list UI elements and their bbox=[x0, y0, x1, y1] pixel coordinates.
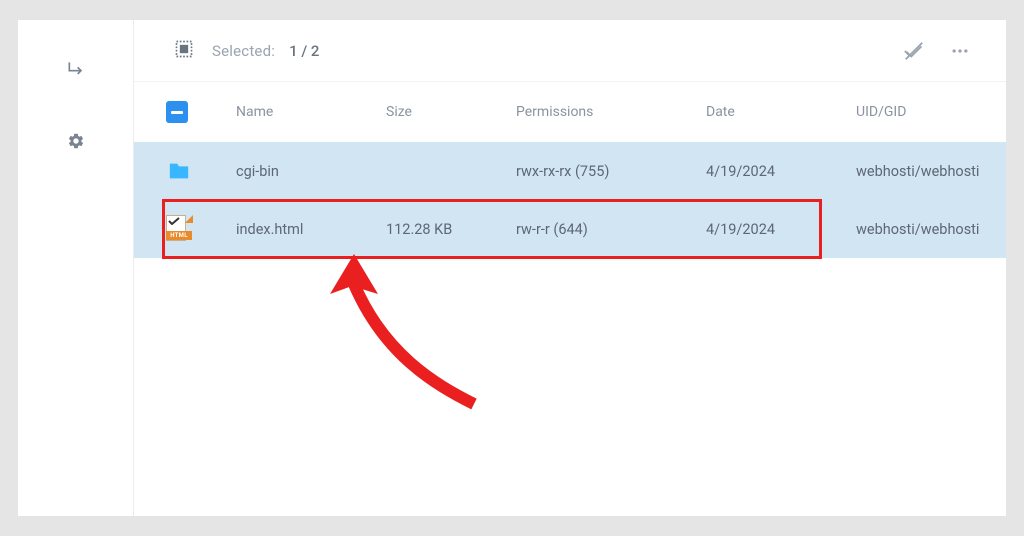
selected-count: 1 / 2 bbox=[289, 42, 319, 60]
file-uidgid: webhosti/webhosti bbox=[856, 163, 990, 180]
annotation-arrow bbox=[324, 254, 494, 414]
col-date[interactable]: Date bbox=[706, 104, 856, 120]
more-icon[interactable] bbox=[942, 33, 978, 69]
html-badge: HTML bbox=[166, 231, 192, 240]
col-size[interactable]: Size bbox=[386, 104, 516, 120]
html-file-icon: HTML bbox=[166, 215, 236, 243]
toolbar: Selected: 1 / 2 bbox=[134, 20, 1006, 82]
col-name[interactable]: Name bbox=[236, 104, 386, 120]
file-date: 4/19/2024 bbox=[706, 221, 856, 238]
file-size: 112.28 KB bbox=[386, 221, 516, 238]
col-uidgid[interactable]: UID/GID bbox=[856, 104, 990, 120]
main-panel: Selected: 1 / 2 Name Size Permissions Da… bbox=[134, 20, 1006, 516]
table-row[interactable]: HTML index.html 112.28 KB rw-r-r (644) 4… bbox=[134, 200, 1006, 258]
gear-icon[interactable] bbox=[53, 118, 99, 164]
col-permissions[interactable]: Permissions bbox=[516, 104, 706, 120]
file-name: index.html bbox=[236, 221, 386, 238]
file-uidgid: webhosti/webhosti bbox=[856, 221, 990, 238]
reply-arrow-icon[interactable] bbox=[53, 46, 99, 92]
file-table: Name Size Permissions Date UID/GID cgi-b… bbox=[134, 82, 1006, 258]
app-window: Selected: 1 / 2 Name Size Permissions Da… bbox=[18, 20, 1006, 516]
selected-label: Selected: bbox=[212, 42, 275, 60]
file-date: 4/19/2024 bbox=[706, 163, 856, 180]
table-row[interactable]: cgi-bin rwx-rx-rx (755) 4/19/2024 webhos… bbox=[134, 142, 1006, 200]
file-name: cgi-bin bbox=[236, 163, 386, 180]
select-all-checkbox[interactable] bbox=[166, 101, 188, 123]
table-header: Name Size Permissions Date UID/GID bbox=[134, 82, 1006, 142]
sidebar bbox=[18, 20, 134, 516]
deselect-icon[interactable] bbox=[896, 33, 932, 69]
file-permissions: rw-r-r (644) bbox=[516, 221, 706, 238]
file-permissions: rwx-rx-rx (755) bbox=[516, 163, 706, 180]
folder-icon bbox=[166, 160, 236, 182]
selection-icon[interactable] bbox=[174, 39, 194, 63]
